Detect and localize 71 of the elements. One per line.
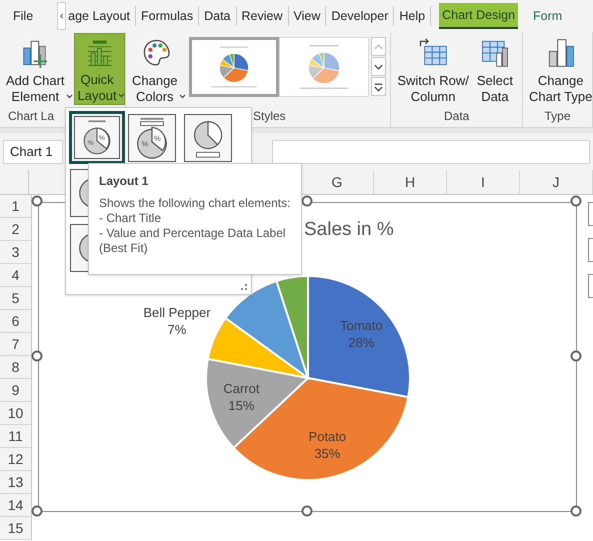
- ribbon-tab[interactable]: age Layout: [66, 6, 132, 26]
- row-header[interactable]: 2: [12, 218, 20, 240]
- row-header[interactable]: 8: [12, 356, 20, 378]
- ribbon-button[interactable]: Change Chart Type: [526, 33, 593, 105]
- ribbon-button[interactable]: Change Colors: [129, 33, 185, 105]
- data-label: Tomato 28%: [340, 316, 383, 351]
- layout-option[interactable]: [184, 114, 232, 162]
- ribbon-tab[interactable]: Form: [531, 6, 564, 26]
- layout-option[interactable]: % %: [128, 114, 176, 162]
- ribbon-tab[interactable]: Data: [202, 6, 233, 26]
- percent-mark: %: [141, 140, 148, 149]
- column-header[interactable]: I: [481, 172, 485, 192]
- data-label: Bell Pepper 7%: [143, 304, 211, 338]
- group-label: Type: [543, 108, 572, 125]
- row-header[interactable]: 11: [8, 426, 23, 446]
- pie-slice[interactable]: [224, 280, 309, 379]
- data-label: Carrot 15%: [223, 380, 260, 414]
- ribbon-tab[interactable]: Chart Design: [439, 3, 518, 29]
- ribbon-button[interactable]: Quick Layout: [74, 33, 125, 105]
- row-header[interactable]: 4: [12, 264, 20, 286]
- tooltip-text: - Value and Percentage Data Label (Best Fit): [99, 226, 287, 256]
- chart-style-thumbnail[interactable]: [278, 37, 369, 97]
- chart-title: Sales in %: [304, 218, 394, 242]
- ribbon-tab[interactable]: Developer: [329, 6, 390, 26]
- ribbon-tab[interactable]: View: [292, 6, 322, 26]
- resize-handle[interactable]: [570, 350, 582, 362]
- column-header[interactable]: H: [404, 172, 416, 192]
- group-label: Styles: [252, 108, 287, 125]
- row-header[interactable]: 12: [8, 448, 24, 470]
- data-label: Potato 35%: [308, 428, 346, 462]
- resize-handle[interactable]: [570, 506, 582, 516]
- row-header[interactable]: 10: [8, 402, 24, 424]
- row-header[interactable]: 1: [12, 196, 20, 216]
- pie-slice[interactable]: [205, 358, 309, 449]
- ribbon-tab[interactable]: File: [11, 6, 36, 26]
- chart-side-button[interactable]: [588, 274, 593, 298]
- ribbon-tab[interactable]: Help: [397, 6, 428, 26]
- resize-handle[interactable]: [570, 196, 582, 206]
- row-header[interactable]: 15: [8, 518, 24, 538]
- pie-slice[interactable]: [307, 275, 411, 398]
- column-header[interactable]: J: [552, 172, 560, 192]
- tab-scroll-button[interactable]: ‹: [57, 2, 66, 30]
- row-header[interactable]: 13: [8, 472, 24, 492]
- row-header[interactable]: 14: [8, 494, 24, 516]
- row-header[interactable]: 6: [12, 310, 20, 332]
- resize-grip-icon[interactable]: [241, 284, 247, 290]
- group-label: Data: [442, 108, 470, 125]
- ribbon-button[interactable]: Add Chart Element: [3, 33, 72, 105]
- chart-side-button[interactable]: [588, 238, 593, 262]
- row-header[interactable]: 9: [12, 380, 20, 400]
- resize-handle[interactable]: [32, 196, 42, 206]
- tooltip-text: - Chart Title: [99, 211, 162, 226]
- ribbon-tab[interactable]: Review: [240, 6, 285, 26]
- row-header[interactable]: 7: [12, 334, 20, 354]
- switch-table-icon: [417, 38, 450, 68]
- chart-style-thumbnail[interactable]: [188, 37, 279, 97]
- row-header[interactable]: 3: [12, 242, 20, 262]
- ribbon-tab[interactable]: Formulas: [139, 6, 196, 26]
- group-label: Chart La: [7, 108, 56, 125]
- percent-mark: %: [154, 134, 161, 143]
- gallery-scroll-button[interactable]: [370, 57, 386, 76]
- name-box[interactable]: Chart 1: [3, 140, 63, 164]
- tooltip-title: Layout 1: [99, 173, 150, 190]
- ribbon-button[interactable]: Switch Row/ Column: [394, 33, 472, 105]
- resize-handle[interactable]: [32, 506, 42, 516]
- chart-side-button[interactable]: [588, 202, 593, 226]
- column-header[interactable]: G: [332, 172, 342, 192]
- chevron-down-icon: [372, 80, 385, 92]
- ribbon-button[interactable]: Select Data: [474, 33, 516, 105]
- row-header[interactable]: 5: [12, 288, 20, 308]
- gallery-scroll-button[interactable]: [370, 77, 386, 96]
